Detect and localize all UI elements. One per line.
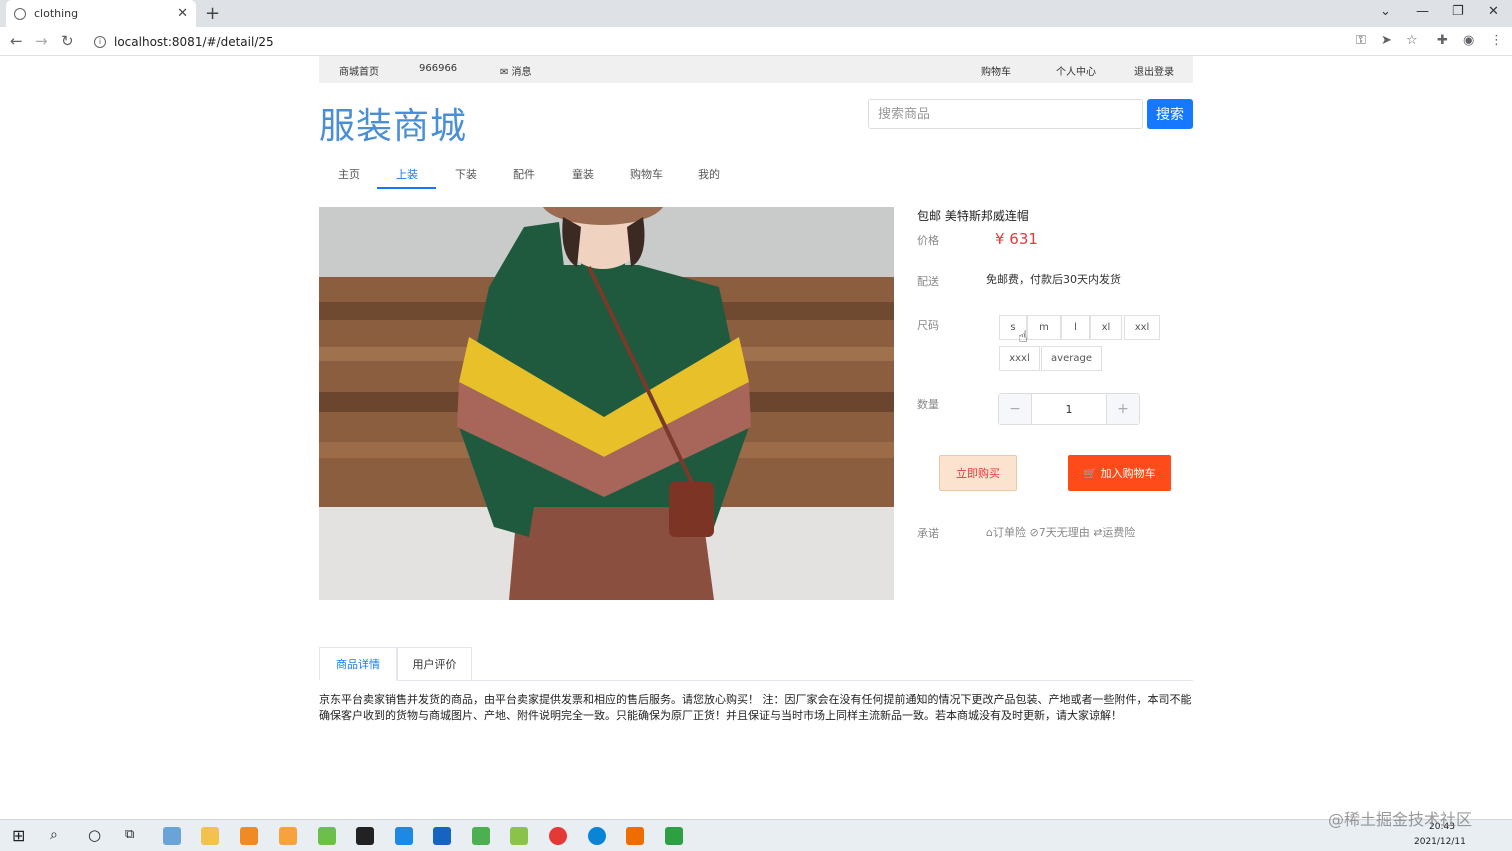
promise-label: 承诺 [917,527,939,540]
buy-now-button[interactable]: 立即购买 [939,455,1017,491]
terminal-icon[interactable] [356,827,374,845]
app-icon[interactable] [279,827,297,845]
nav-item-mine[interactable]: 我的 [698,166,720,182]
app-icon[interactable] [472,827,490,845]
topbar-home-link[interactable]: 商城首页 [339,63,379,78]
app-icon[interactable] [318,827,336,845]
product-title: 包邮 美特斯邦威连帽 [917,209,1029,223]
address-bar[interactable]: i localhost:8081/#/detail/25 [86,31,1346,52]
watermark: @稀土掘金技术社区 [1328,810,1473,829]
promise-info: ⌂订单险 ⊘7天无理由 ⇄运费险 [986,526,1136,539]
url-text: localhost:8081/#/detail/25 [114,34,274,49]
size-option-xxxl[interactable]: xxxl [999,346,1040,371]
taskbar-search-icon[interactable]: ⌕ [50,827,58,843]
key-icon[interactable]: ⚿ [1356,33,1366,48]
tab-title: clothing [34,7,79,20]
size-option-l[interactable]: l [1061,315,1090,340]
edge-icon[interactable] [588,827,606,845]
topbar-messages-link[interactable]: ✉ 消息 [500,63,532,78]
nav-item-kids[interactable]: 童装 [572,166,594,182]
tab-search-icon[interactable]: ⌄ [1380,4,1391,19]
topbar-username[interactable]: 966966 [419,63,457,74]
windows-start-icon[interactable]: ⊞ [12,826,25,845]
topbar-logout-link[interactable]: 退出登录 [1134,63,1174,78]
profile-icon[interactable]: ◉ [1463,33,1474,48]
app-icon[interactable] [395,827,413,845]
new-tab-button[interactable]: + [205,3,220,24]
app-icon[interactable] [626,827,644,845]
topbar-profile-link[interactable]: 个人中心 [1056,63,1096,78]
delivery-info: 免邮费，付款后30天内发货 [986,273,1121,286]
search-button[interactable]: 搜索 [1147,99,1193,129]
nav-item-bottoms[interactable]: 下装 [455,166,477,182]
tab-product-details[interactable]: 商品详情 [319,647,397,681]
product-image [319,207,894,600]
windows-taskbar: ⊞ ⌕ ○ ⧉ 20:43 2021/12/11 [0,819,1512,851]
menu-icon[interactable]: ⋮ [1490,33,1503,48]
forward-icon[interactable]: → [35,32,48,50]
close-window-button[interactable]: ✕ [1488,4,1499,19]
extensions-icon[interactable]: ✚ [1437,33,1448,48]
app-icon[interactable] [665,827,683,845]
browser-tab[interactable]: clothing ✕ [6,0,196,27]
site-logo[interactable]: 服装商城 [319,97,467,149]
product-photo-illustration [319,207,894,600]
add-to-cart-button[interactable]: 🛒 加入购物车 [1068,455,1171,491]
quantity-increase-button[interactable]: + [1107,394,1139,424]
price-label: 价格 [917,234,939,247]
product-description: 京东平台卖家销售并发货的商品，由平台卖家提供发票和相应的售后服务。请您放心购买！… [319,693,1192,722]
quantity-value[interactable]: 1 [1031,394,1107,424]
nav-active-underline [377,187,436,189]
product-price: ¥ 631 [995,230,1038,248]
info-icon[interactable]: i [94,35,106,48]
quantity-label: 数量 [917,398,939,411]
maximize-button[interactable]: ❐ [1452,4,1464,19]
size-label: 尺码 [917,319,939,332]
site-topbar: 商城首页 966966 ✉ 消息 购物车 个人中心 退出登录 [319,56,1193,83]
quantity-decrease-button[interactable]: − [999,394,1031,424]
nav-item-tops[interactable]: 上装 [396,166,418,182]
search-tool-icon[interactable] [240,827,258,845]
app-icon[interactable] [163,827,181,845]
taskbar-date[interactable]: 2021/12/11 [1414,837,1466,847]
cortana-icon[interactable]: ○ [88,826,101,844]
browser-toolbar: ← → ↻ i localhost:8081/#/detail/25 ⚿ ➤ ☆… [0,27,1512,56]
quantity-stepper[interactable]: − 1 + [998,393,1140,425]
size-option-xl[interactable]: xl [1090,315,1122,340]
detail-tabs: 商品详情 用户评价 [319,647,1193,681]
back-icon[interactable]: ← [10,32,23,50]
size-option-xxl[interactable]: xxl [1124,315,1160,340]
topbar-cart-link[interactable]: 购物车 [981,63,1011,78]
task-view-icon[interactable]: ⧉ [125,827,134,842]
app-icon[interactable] [433,827,451,845]
app-icon[interactable] [510,827,528,845]
nav-item-home[interactable]: 主页 [338,166,360,182]
chrome-icon[interactable] [549,827,567,845]
size-option-m[interactable]: m [1027,315,1061,340]
tab-close-icon[interactable]: ✕ [177,6,188,21]
mouse-cursor-icon: ☝ [1018,327,1028,346]
star-icon[interactable]: ☆ [1406,33,1418,48]
file-explorer-icon[interactable] [201,827,219,845]
size-option-average[interactable]: average [1041,346,1102,371]
minimize-button[interactable]: — [1416,4,1429,19]
category-nav: 主页 上装 下装 配件 童装 购物车 我的 [319,156,1193,190]
reload-icon[interactable]: ↻ [61,32,74,50]
globe-icon [14,7,26,20]
nav-item-cart[interactable]: 购物车 [630,166,663,182]
browser-tab-bar: clothing ✕ + ⌄ — ❐ ✕ [0,0,1512,27]
search-input[interactable] [868,99,1143,129]
delivery-label: 配送 [917,275,939,288]
nav-item-accessories[interactable]: 配件 [513,166,535,182]
send-icon[interactable]: ➤ [1381,33,1392,48]
tab-user-reviews[interactable]: 用户评价 [397,647,472,681]
